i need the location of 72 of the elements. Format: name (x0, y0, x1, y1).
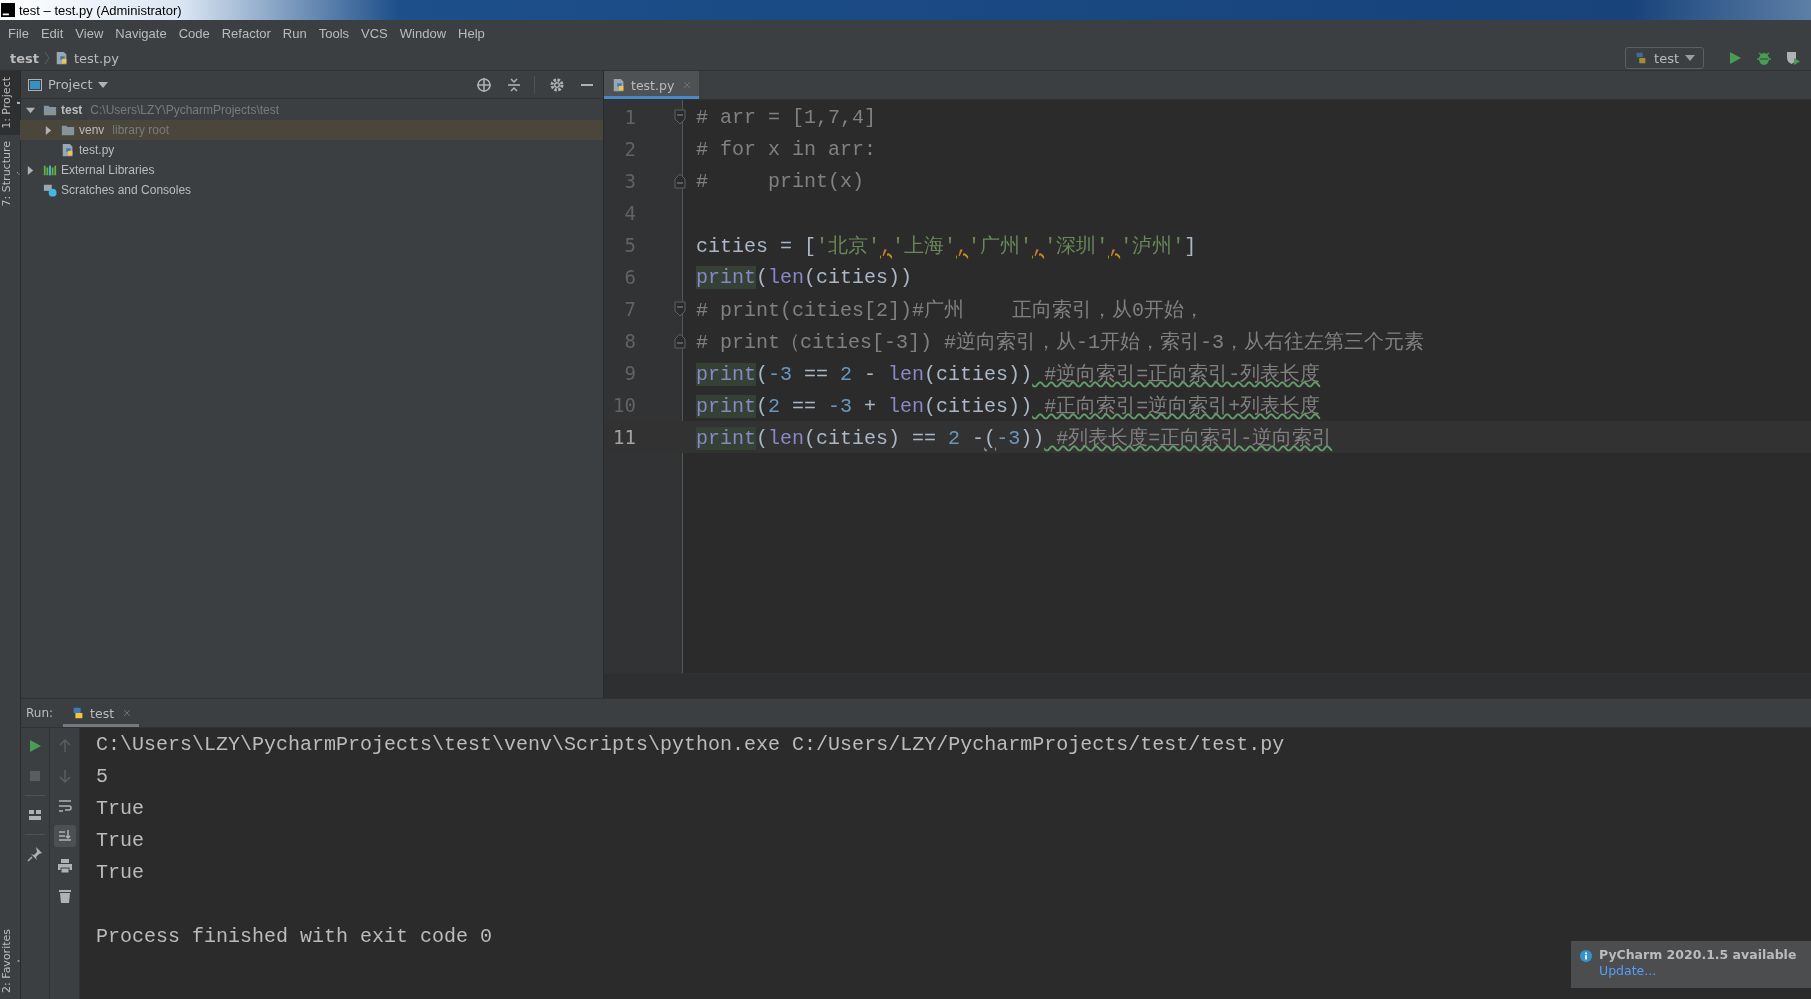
update-link[interactable]: Update... (1599, 963, 1797, 978)
python-file-icon (61, 143, 75, 157)
tree-item[interactable]: test.py (20, 140, 603, 160)
tree-item[interactable]: External Libraries (20, 160, 603, 180)
fold-marker-icon[interactable] (674, 109, 686, 125)
console-line: True (96, 828, 144, 852)
fold-marker-icon[interactable] (674, 301, 686, 317)
app-logo-icon (1, 3, 15, 17)
code-line: print(-3 == 2 - len(cities)) #逆向索引=正向索引-列表长度 (696, 361, 1321, 387)
run-configuration-dropdown[interactable]: test (1625, 47, 1704, 69)
fold-marker-icon[interactable] (674, 173, 686, 189)
tool-window-tab[interactable]: 7: Structure (0, 134, 20, 213)
console-line: Process finished with exit code 0 (96, 924, 493, 948)
breadcrumb-item[interactable]: test (10, 50, 39, 66)
code-line: # for x in arr: (696, 137, 877, 161)
menu-item[interactable]: Window (393, 25, 453, 41)
code-line: # arr = [1,7,4] (696, 105, 877, 129)
shield-run-icon[interactable] (1785, 50, 1801, 66)
run-icon[interactable] (1727, 50, 1743, 66)
crosshair-icon[interactable] (476, 76, 492, 93)
code-line: # print(cities[2])#广州 正向索引，从0开始， (696, 297, 1205, 323)
libraries-icon (43, 163, 57, 177)
menu-item[interactable]: Help (452, 25, 491, 41)
collapsed-arrow-icon[interactable] (44, 125, 53, 135)
console-line: True (96, 796, 144, 820)
project-window-icon (28, 78, 42, 91)
scratches-icon (43, 183, 57, 197)
console-line: True (96, 860, 144, 884)
menu-item[interactable]: View (69, 25, 110, 41)
notification-title: PyCharm 2020.1.5 available (1599, 947, 1797, 962)
console-line: 5 (96, 764, 108, 788)
caret-icon[interactable] (98, 81, 109, 88)
line-number: 11 (612, 426, 636, 448)
project-view-dropdown[interactable]: Project (48, 77, 93, 92)
tool-window-tab[interactable]: 2: Favorites (0, 921, 20, 999)
breadcrumb-item[interactable]: test.py (74, 50, 120, 66)
fold-marker-icon[interactable] (674, 333, 686, 349)
python-file-icon (612, 78, 626, 92)
chevron-icon (44, 51, 50, 65)
code-line: print(len(cities) == 2 -(-3)) #列表长度=正向索引-逆向索引 (696, 425, 1333, 451)
collapsed-arrow-icon[interactable] (26, 165, 35, 175)
run-label: Run: (26, 706, 54, 720)
bug-icon[interactable] (1756, 50, 1772, 66)
code-line: # print（cities[-3]) #逆向索引，从-1开始，索引-3，从右往左第三个元素 (696, 329, 1425, 355)
tree-item[interactable]: venv library root (20, 120, 603, 140)
info-icon (1579, 949, 1593, 963)
menu-item[interactable]: VCS (355, 25, 394, 41)
console-line: C:\Users\LZY\PycharmProjects\test\venv\Scripts\python.exe C:/Users/LZY/PycharmProjects/test/test.py (96, 732, 1285, 756)
menu-item[interactable]: Refactor (215, 25, 277, 41)
menu-item[interactable]: Edit (34, 25, 70, 41)
close-icon[interactable] (123, 709, 132, 717)
window-title: test – test.py (Administrator) (19, 2, 182, 18)
collapse-all-icon[interactable] (506, 76, 522, 93)
editor-tab[interactable]: test.py (604, 71, 700, 99)
tool-window-tab[interactable]: 1: Project (0, 71, 20, 135)
code-line: cities = ['北京','上海','广州','深圳','泸州'] (696, 233, 1197, 259)
caret-icon (1685, 55, 1695, 61)
menu-item[interactable]: Tools (312, 25, 356, 41)
menu-item[interactable]: Code (172, 25, 216, 41)
tree-item[interactable]: Scratches and Consoles (20, 180, 603, 200)
menu-item[interactable]: Run (276, 25, 313, 41)
menu-item[interactable]: File (2, 25, 35, 41)
python-file-icon (55, 51, 69, 65)
menu-item[interactable]: Navigate (109, 25, 173, 41)
scroll-to-end-icon[interactable] (53, 825, 76, 847)
expanded-arrow-icon[interactable] (26, 105, 35, 115)
run-tab[interactable]: test (63, 699, 140, 727)
code-line: # print(x) (696, 169, 865, 193)
code-line: print(2 == -3 + len(cities)) #正向索引=逆向索引+列表长度 (696, 393, 1321, 419)
settings-icon[interactable] (549, 76, 565, 93)
code-line: print(len(cities)) (696, 265, 913, 289)
tree-item[interactable]: test C:\Users\LZY\PycharmProjects\test (20, 100, 603, 120)
